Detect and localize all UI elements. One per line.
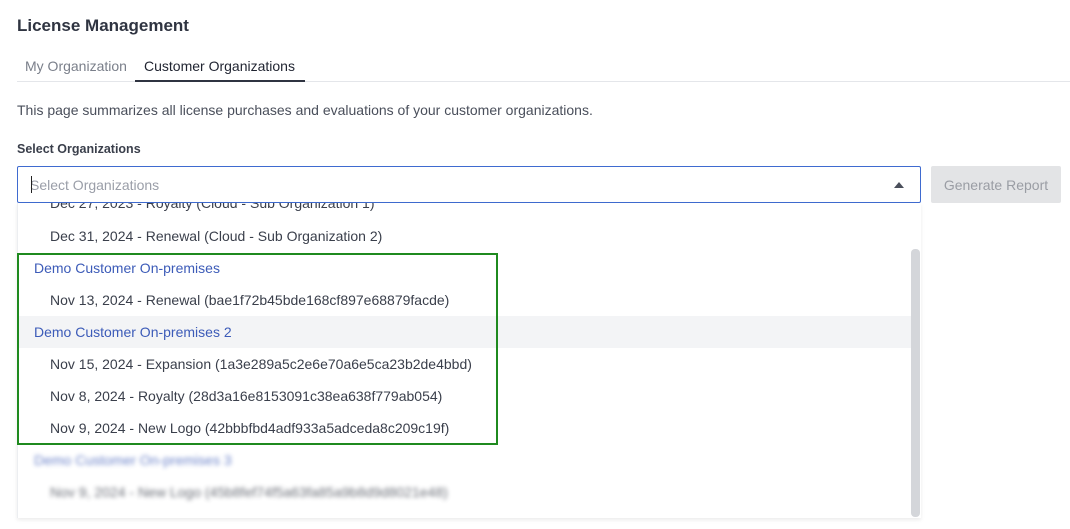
option-item[interactable]: Nov 8, 2024 - Royalty (28d3a16e8153091c3… <box>18 380 912 412</box>
option-item[interactable]: Dec 27, 2023 - Royalty (Cloud - Sub Orga… <box>18 203 912 219</box>
option-group-header: Demo Customer On-premises 3 <box>34 452 232 468</box>
option-item[interactable]: Nov 15, 2024 - Expansion (1a3e289a5c2e6e… <box>18 348 912 380</box>
option-item[interactable]: Nov 9, 2024 - New Logo (45b8fef74f5a63fa… <box>18 476 912 508</box>
page-title: License Management <box>17 16 189 35</box>
generate-report-button[interactable]: Generate Report <box>931 166 1061 203</box>
tab-my-organization[interactable]: My Organization <box>17 52 135 82</box>
tab-bar: My Organization Customer Organizations <box>17 52 1070 82</box>
option-item[interactable]: Dec 31, 2024 - Renewal (Cloud - Sub Orga… <box>18 220 912 252</box>
option-item[interactable]: Nov 9, 2024 - New Logo (42bbbfbd4adf933a… <box>18 412 912 444</box>
dropdown-menu: Dec 27, 2023 - Royalty (Cloud - Sub Orga… <box>17 203 921 518</box>
option-group-header: Demo Customer On-premises 2 <box>18 316 912 348</box>
select-organizations-label: Select Organizations <box>17 142 141 156</box>
option-group-header: Demo Customer On-premises <box>34 260 220 276</box>
tab-customer-organizations[interactable]: Customer Organizations <box>135 52 305 82</box>
select-organizations-input[interactable] <box>30 175 850 195</box>
select-organizations-dropdown[interactable] <box>17 166 921 203</box>
text-cursor <box>31 176 32 193</box>
option-item[interactable]: Nov 13, 2024 - Renewal (bae1f72b45bde168… <box>18 284 912 316</box>
page-description: This page summarizes all license purchas… <box>17 102 593 118</box>
chevron-up-icon[interactable] <box>894 182 904 188</box>
dropdown-scrollbar[interactable] <box>911 249 920 517</box>
